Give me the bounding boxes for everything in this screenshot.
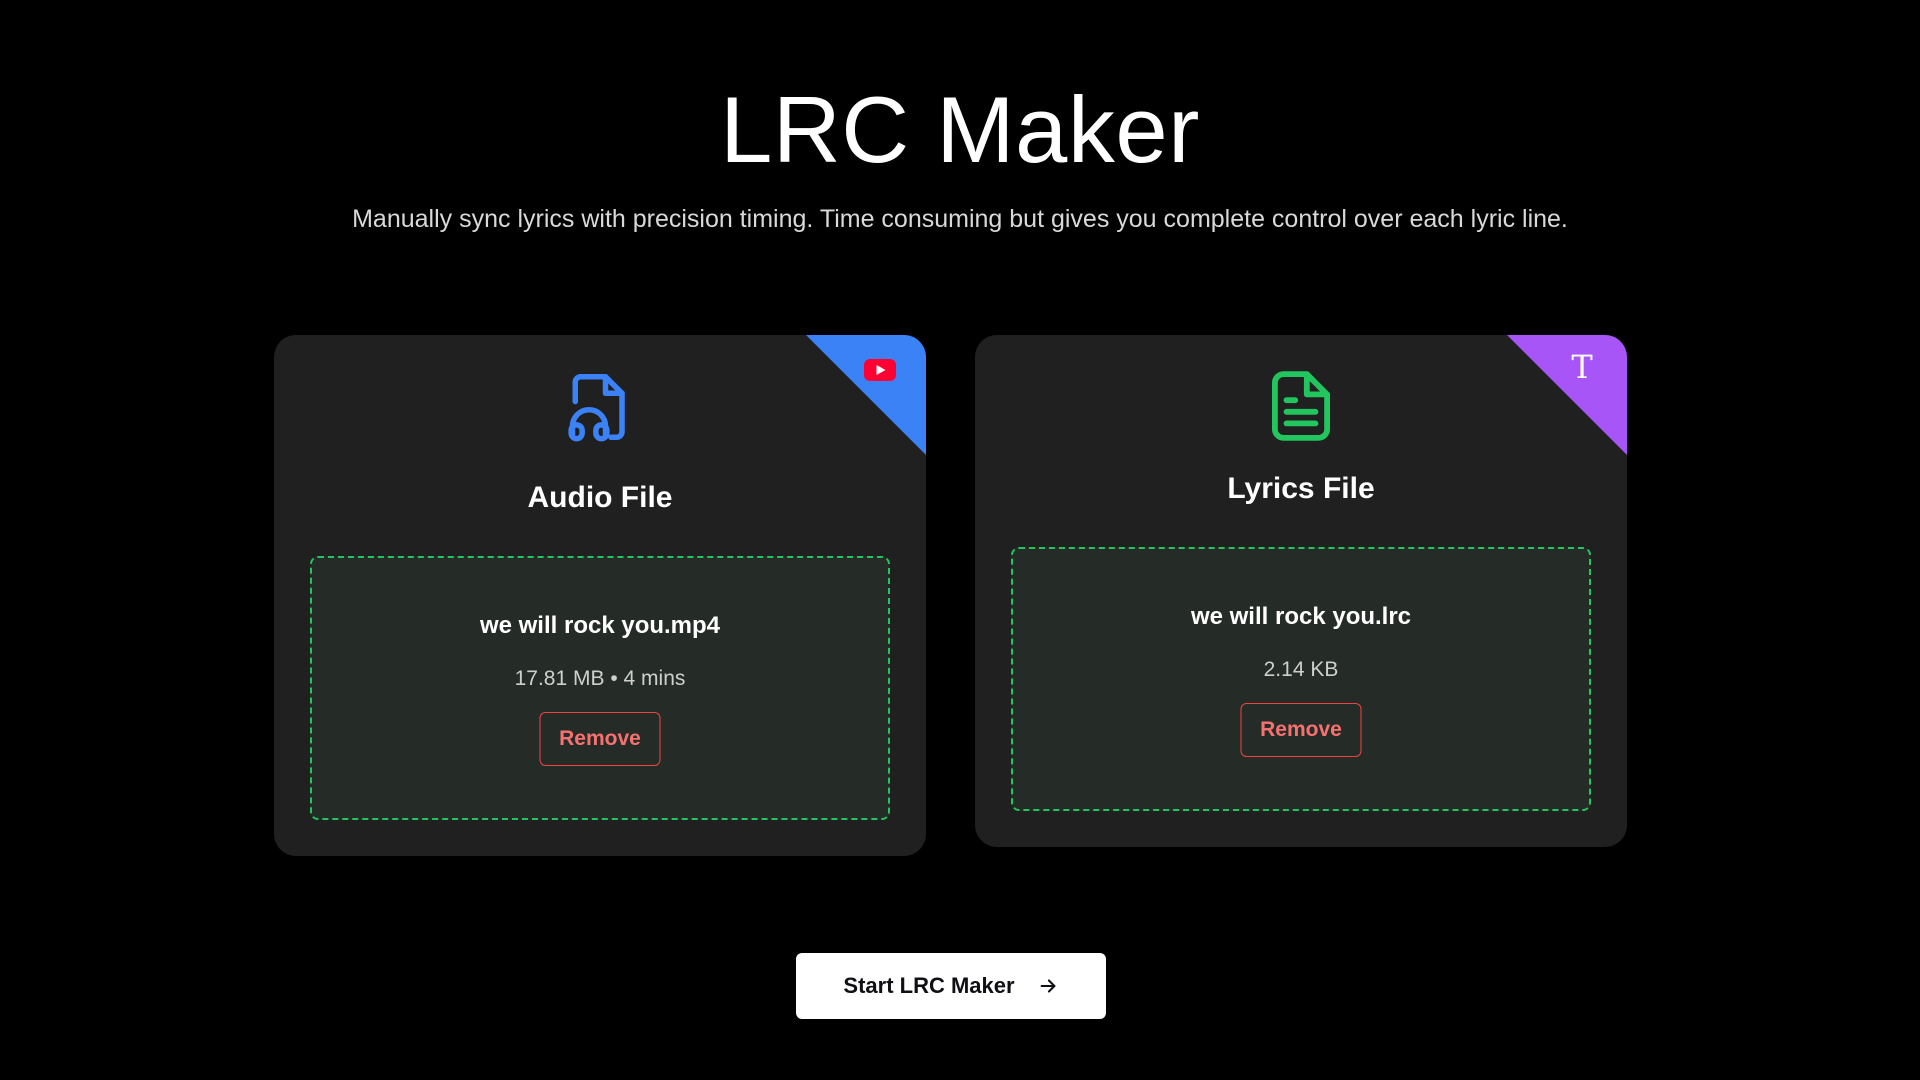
lrc-maker-page: LRC Maker Manually sync lyrics with prec… — [0, 0, 1920, 1080]
page-title: LRC Maker — [720, 77, 1200, 182]
lyrics-file-name: we will rock you.lrc — [1190, 603, 1412, 630]
lyrics-file-card: T Lyrics File we will rock you.lrc 2.14 … — [975, 335, 1627, 847]
file-text-icon — [1272, 371, 1330, 441]
remove-audio-button[interactable]: Remove — [539, 712, 661, 766]
lyrics-file-meta: 2.14 KB — [1263, 658, 1339, 681]
audio-file-card: Audio File we will rock you.mp4 17.81 MB… — [274, 335, 926, 856]
audio-corner-ribbon — [806, 335, 926, 455]
audio-card-title: Audio File — [527, 481, 673, 514]
audio-file-meta: 17.81 MB • 4 mins — [514, 667, 686, 690]
arrow-right-icon — [1040, 979, 1056, 993]
remove-lyrics-button[interactable]: Remove — [1240, 703, 1362, 757]
audio-file-name: we will rock you.mp4 — [479, 612, 721, 639]
file-music-icon — [568, 374, 625, 442]
lyrics-card-title: Lyrics File — [1227, 472, 1375, 505]
youtube-icon — [864, 359, 896, 381]
lyrics-dropzone[interactable]: we will rock you.lrc 2.14 KB Remove — [1011, 547, 1591, 811]
start-button-label: Start LRC Maker — [843, 973, 1015, 998]
text-icon: T — [1571, 348, 1593, 386]
audio-dropzone[interactable]: we will rock you.mp4 17.81 MB • 4 mins R… — [310, 556, 890, 820]
start-lrc-maker-button[interactable]: Start LRC Maker — [796, 953, 1106, 1019]
page-subtitle: Manually sync lyrics with precision timi… — [352, 205, 1568, 233]
